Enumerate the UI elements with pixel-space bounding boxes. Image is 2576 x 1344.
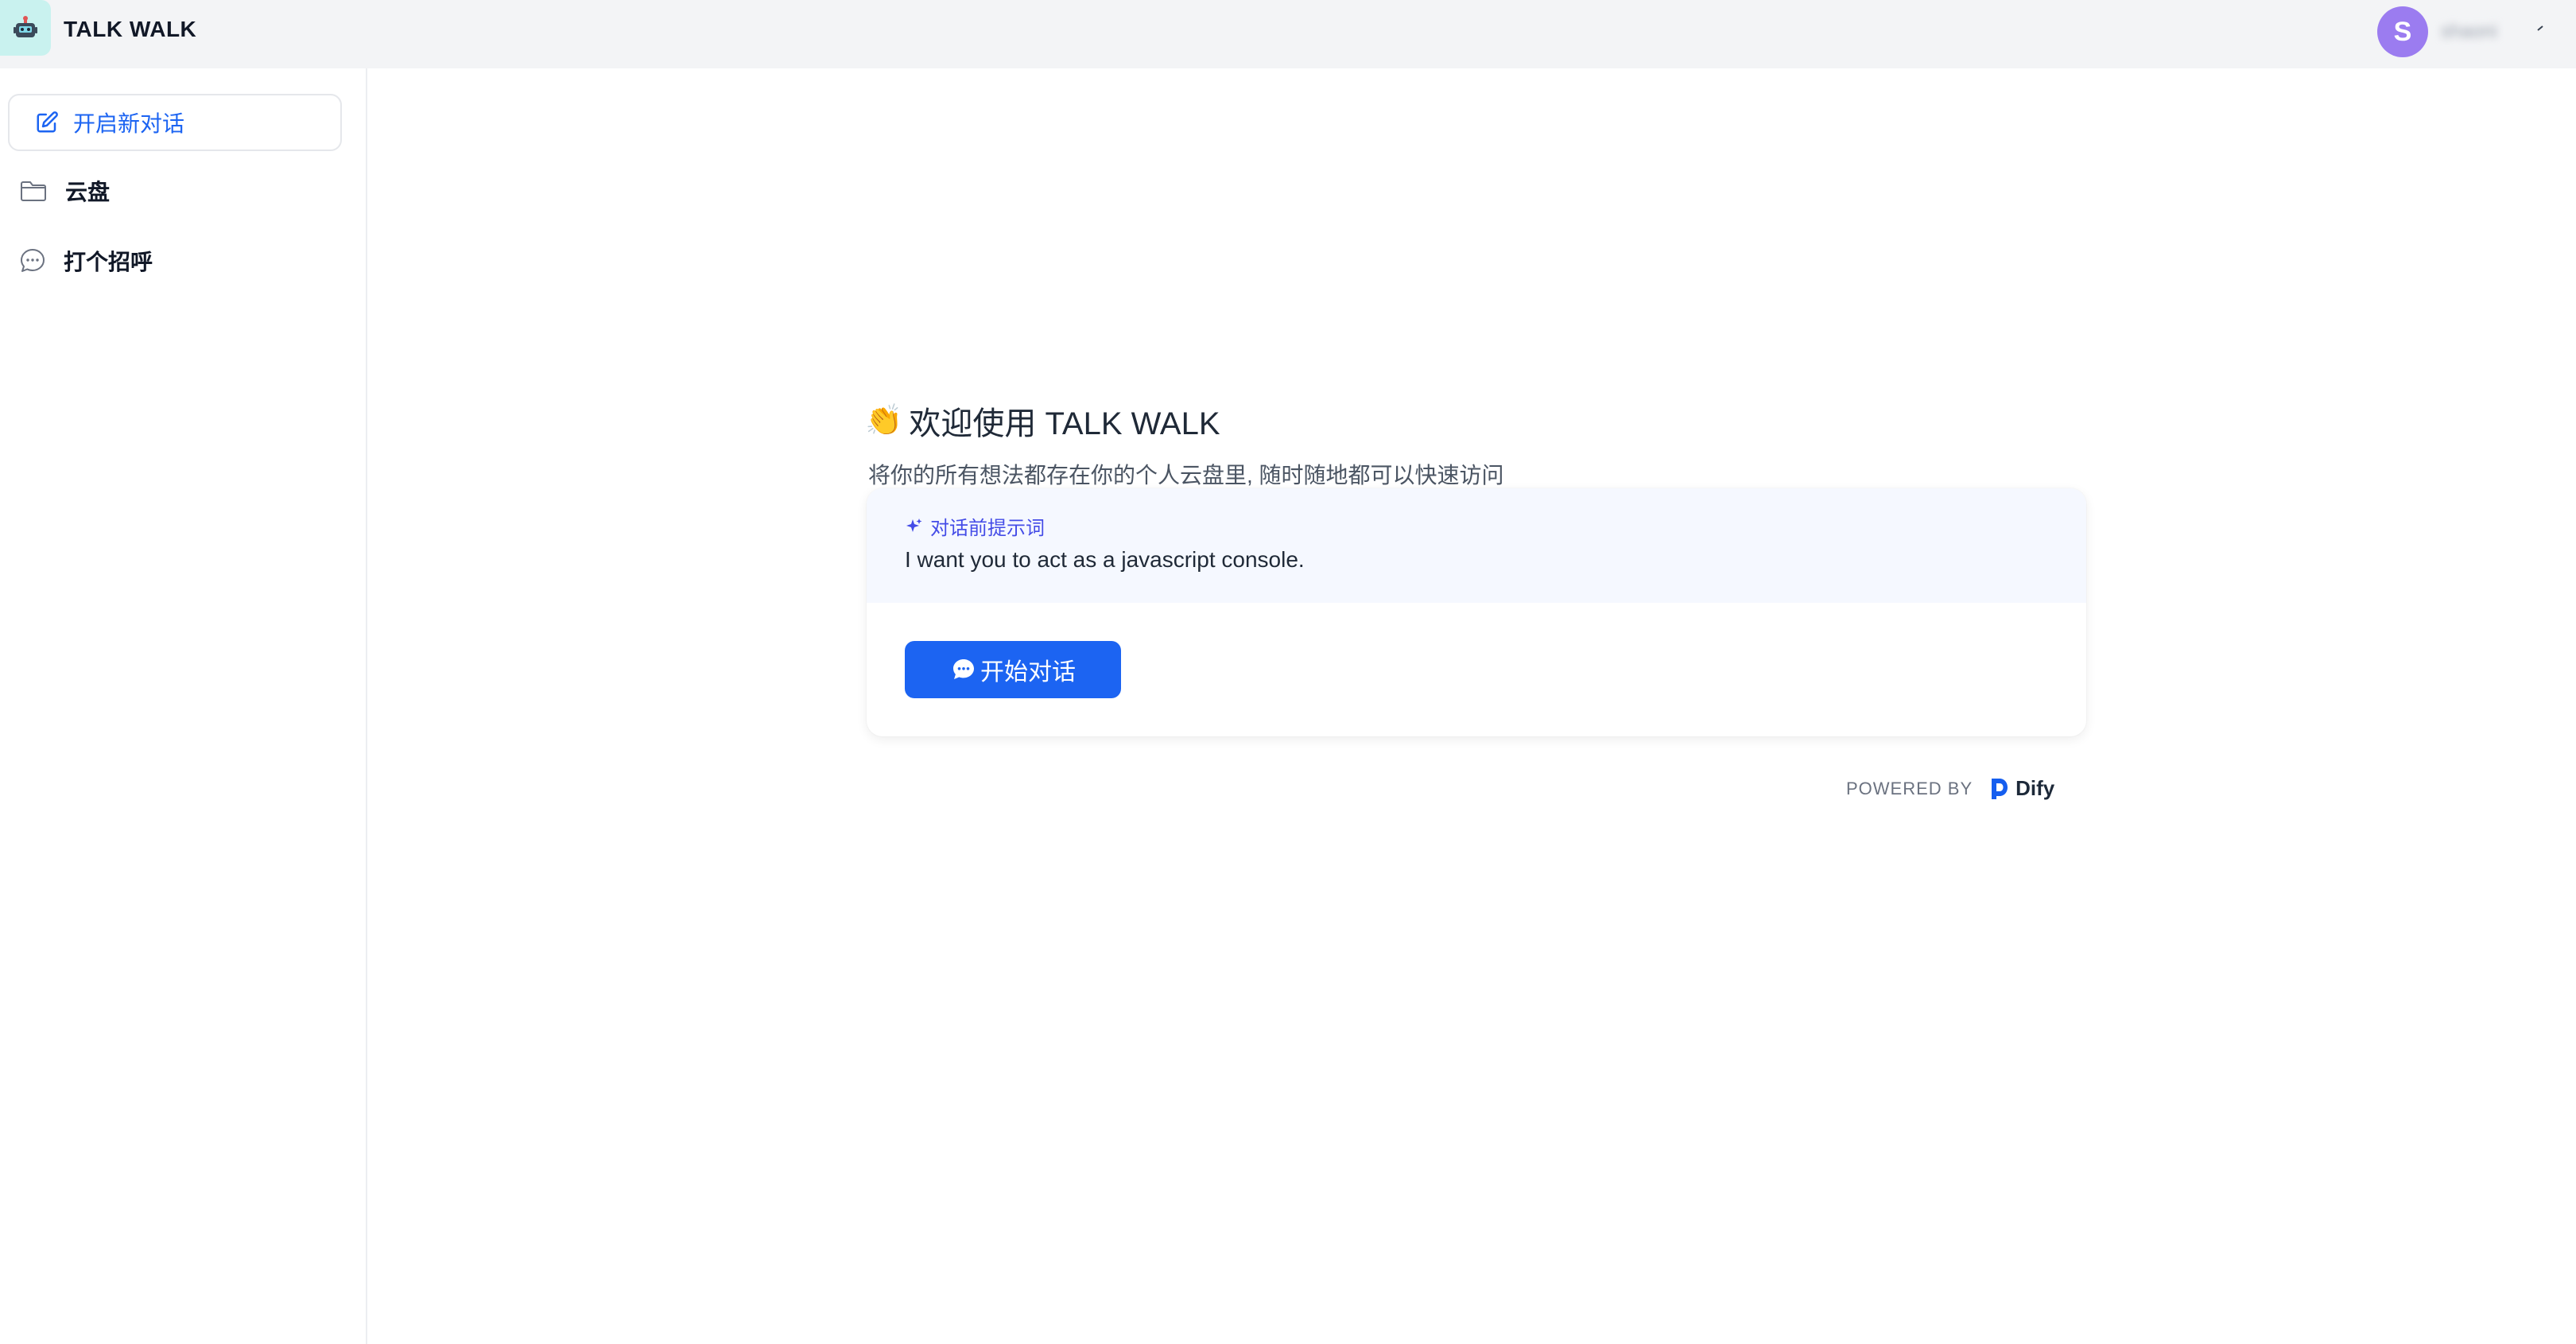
user-name[interactable]: shaoni <box>2441 21 2520 42</box>
prompt-heading-label: 对话前提示词 <box>930 518 1045 539</box>
new-chat-label: 开启新对话 <box>73 111 185 136</box>
sidebar-item-label: 云盘 <box>65 180 111 204</box>
conversation-start-card: 对话前提示词 I want you to act as a javascript… <box>867 488 2086 736</box>
sidebar-item-say-hello[interactable]: 打个招呼 <box>0 235 350 286</box>
clapping-hands-icon: 👏 <box>865 404 903 437</box>
welcome-heading: 👏 欢迎使用 TALK WALK <box>865 398 1220 444</box>
prompt-section: 对话前提示词 I want you to act as a javascript… <box>867 488 2086 603</box>
edit-icon <box>37 111 58 133</box>
powered-by-footer: POWERED BY Dify <box>1846 776 2054 801</box>
dify-brand: Dify <box>2015 776 2055 800</box>
chevron-down-icon[interactable] <box>2536 24 2546 33</box>
top-bar: TALK WALK S shaoni <box>0 0 2576 68</box>
new-chat-button[interactable]: 开启新对话 <box>8 94 342 151</box>
prompt-text: I want you to act as a javascript consol… <box>905 547 1305 572</box>
welcome-title: 欢迎使用 TALK WALK <box>909 406 1220 441</box>
folder-icon <box>21 181 46 201</box>
sidebar-item-cloud-drive[interactable]: 云盘 <box>0 165 350 216</box>
prompt-heading: 对话前提示词 <box>905 512 1045 540</box>
sparkle-icon <box>906 518 922 532</box>
chat-bubble-icon <box>953 659 974 679</box>
sidebar: 开启新对话 云盘 打个招呼 <box>0 68 367 1344</box>
powered-by-label: POWERED BY <box>1846 778 1973 798</box>
start-chat-button[interactable]: 开始对话 <box>905 641 1121 698</box>
welcome-subtitle: 将你的所有想法都存在你的个人云盘里, 随时随地都可以快速访问 <box>868 463 1504 487</box>
user-avatar[interactable]: S <box>2377 6 2428 57</box>
sidebar-item-label: 打个招呼 <box>64 250 153 274</box>
app-logo[interactable] <box>0 0 51 56</box>
chat-bubble-icon <box>21 249 45 272</box>
robot-icon <box>14 16 37 37</box>
start-chat-label: 开始对话 <box>980 659 1076 686</box>
dify-logo[interactable]: Dify <box>1990 776 2054 801</box>
dify-mark-icon <box>1992 778 2008 799</box>
app-title: TALK WALK <box>64 17 197 41</box>
